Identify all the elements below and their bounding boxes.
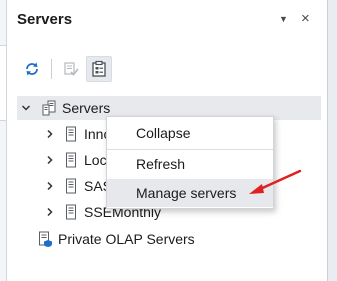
tree-node-private-olap[interactable]: Private OLAP Servers (7, 227, 327, 251)
chevron-right-icon[interactable] (43, 127, 57, 141)
right-panel-edge (327, 0, 337, 281)
pane-menu-icon[interactable]: ▼ (279, 14, 288, 24)
context-menu: Collapse Refresh Manage servers (106, 116, 274, 209)
chevron-down-icon[interactable] (19, 101, 33, 115)
check-doc-icon (64, 62, 79, 76)
chevron-right-icon[interactable] (43, 153, 57, 167)
refresh-icon (26, 62, 38, 76)
server-icon (63, 152, 79, 168)
pane-title: Servers (17, 11, 73, 28)
server-group-icon (41, 100, 57, 116)
check-button[interactable] (58, 56, 84, 82)
tree-node-label: Servers (62, 100, 111, 116)
refresh-button[interactable] (19, 56, 45, 82)
toolbar-separator (51, 59, 52, 79)
server-icon (63, 178, 79, 194)
menu-item-collapse[interactable]: Collapse (107, 119, 273, 147)
clipboard-properties-icon (92, 60, 106, 77)
chevron-right-icon[interactable] (43, 205, 57, 219)
server-icon (63, 204, 79, 220)
tree-node-label: Private OLAP Servers (58, 231, 195, 247)
properties-button[interactable] (86, 56, 112, 82)
menu-item-manage-servers[interactable]: Manage servers (107, 179, 273, 207)
chevron-right-icon[interactable] (43, 179, 57, 193)
olap-server-icon (37, 231, 53, 247)
tree-node-label: Loc (84, 152, 107, 168)
toolbar (19, 54, 112, 84)
left-panel-tab (0, 0, 6, 46)
menu-item-refresh[interactable]: Refresh (107, 150, 273, 178)
left-panel-lower (0, 120, 6, 281)
pane-close-icon[interactable]: × (301, 11, 310, 26)
server-icon (63, 126, 79, 142)
left-panel-edge (0, 0, 7, 281)
